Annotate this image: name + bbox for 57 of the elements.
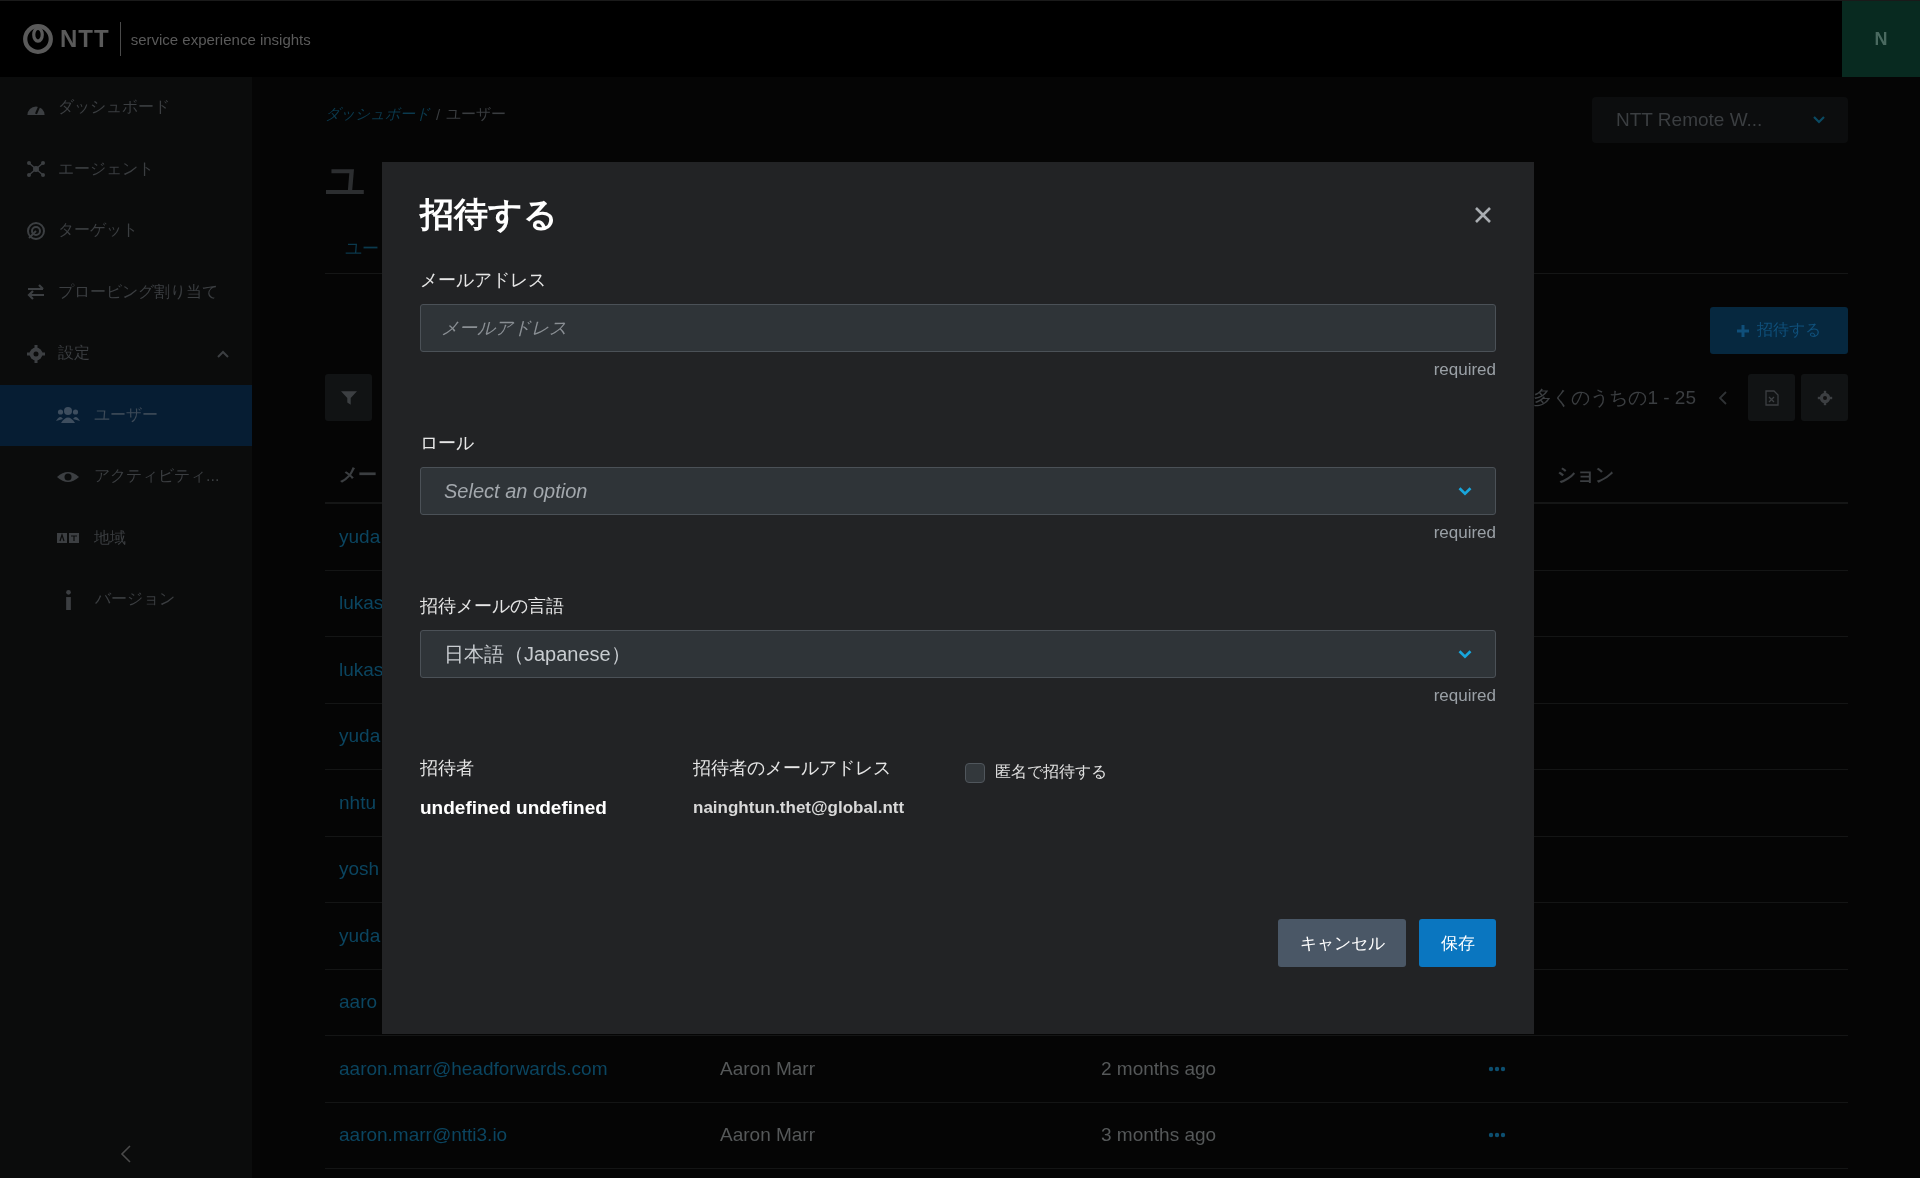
email-link[interactable]: aaron.marr@ntti3.io [339, 1124, 720, 1147]
email-link[interactable]: aaron.marr@headforwards.com [339, 1057, 720, 1080]
target-icon [26, 220, 46, 241]
table-cell: 2 months ago [1101, 1057, 1217, 1079]
export-button[interactable] [1748, 374, 1795, 421]
more-icon[interactable] [1488, 1065, 1506, 1072]
more-icon[interactable] [1488, 1132, 1506, 1139]
inviter-name: undefined undefined [420, 796, 608, 820]
settings-icon [1816, 389, 1833, 406]
user-avatar-button[interactable]: N [1842, 1, 1920, 77]
breadcrumb-current: ユーザー [446, 105, 507, 124]
dialog-title: 招待する [420, 194, 558, 235]
previous-page-icon[interactable] [1718, 389, 1728, 406]
logo-text: NTT [60, 25, 110, 53]
logo-icon [22, 23, 54, 55]
nodes-icon [26, 159, 46, 180]
inviter-email: nainghtun.thet@global.ntt [693, 797, 906, 819]
invite-button[interactable]: 招待する [1710, 307, 1848, 354]
cancel-button[interactable]: キャンセル [1278, 919, 1406, 967]
required-hint: required [1433, 360, 1496, 380]
tab[interactable]: ユー [325, 236, 379, 260]
field-label: メールアドレス [420, 269, 547, 292]
close-icon[interactable] [1473, 205, 1493, 225]
collapse-icon[interactable] [120, 1144, 132, 1164]
required-hint: required [1433, 523, 1496, 543]
breadcrumb-separator: / [436, 106, 441, 123]
inviter-label: 招待者 [420, 757, 475, 780]
required-hint: required [1433, 686, 1496, 706]
field-label: ロール [420, 432, 475, 455]
anonymous-checkbox[interactable] [965, 762, 985, 783]
table-cell: Aaron Marr [720, 1124, 816, 1146]
users-icon [56, 405, 80, 426]
gear-icon [26, 343, 46, 364]
column-header: メー [339, 462, 377, 487]
chevron-icon [216, 348, 230, 359]
filter-button[interactable] [325, 374, 372, 421]
chevron-icon [1457, 485, 1473, 497]
table-cell: Aaron Marr [720, 1057, 816, 1079]
field-label: 招待メールの言語 [420, 595, 565, 618]
pagination-range: 多くのうちの1 - 25 [1533, 385, 1696, 410]
table-cell: 3 months ago [1101, 1124, 1217, 1146]
inviter-email-label: 招待者のメールアドレス [693, 757, 892, 780]
email-input-field[interactable]: メールアドレス [420, 304, 1496, 352]
language-select[interactable]: 日本語（Japanese） [420, 630, 1496, 678]
info-icon [66, 589, 71, 610]
app-tagline: service experience insights [130, 30, 311, 48]
breadcrumb-link[interactable]: ダッシュボード [325, 105, 430, 124]
spreadsheet-file-icon [1763, 389, 1780, 406]
filter-icon [340, 389, 357, 406]
chevron-icon [1457, 648, 1473, 660]
settings-button[interactable] [1801, 374, 1848, 421]
chevron-icon [1812, 115, 1826, 125]
role-select[interactable]: Select an option [420, 467, 1496, 515]
save-button[interactable]: 保存 [1419, 919, 1496, 967]
checkbox-label: 匿名で招待する [995, 762, 1107, 782]
column-header: ション [1557, 462, 1614, 487]
plus-icon [1737, 324, 1749, 337]
